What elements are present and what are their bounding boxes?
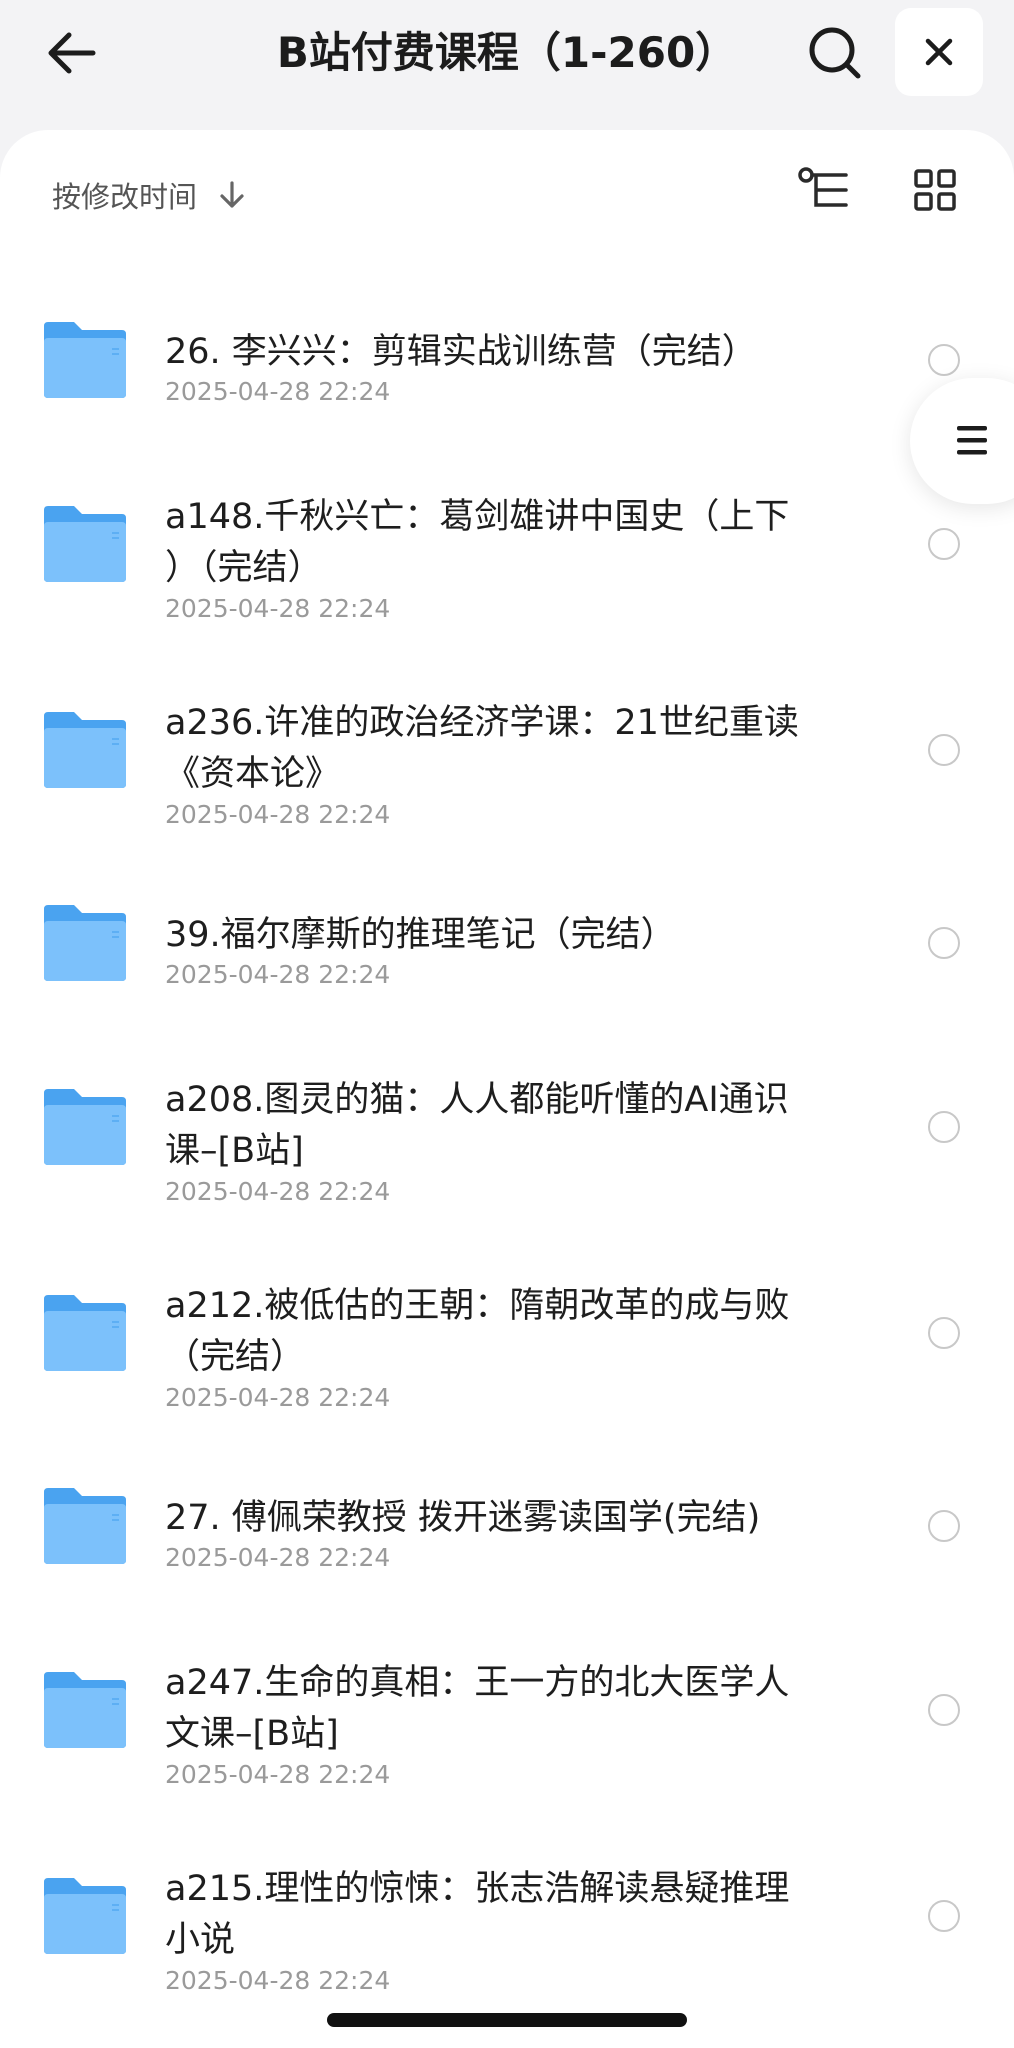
file-name: 27. 傅佩荣教授 拨开迷雾读国学(完结): [165, 1498, 761, 1538]
file-list-panel: 按修改时间 26. 李兴兴：剪辑实战训练营（完结） 2025-04-28 22:2…: [0, 130, 1014, 2048]
modified-time: 2025-04-28 22:24: [165, 960, 391, 989]
list-item[interactable]: a236.许准的政治经济学课：21世纪重读 《资本论》 2025-04-28 22:…: [0, 666, 1014, 846]
modified-time: 2025-04-28 22:24: [165, 1177, 391, 1206]
file-name-continued: 文课–[B站]: [165, 1714, 339, 1754]
close-icon: [925, 38, 953, 66]
modified-time: 2025-04-28 22:24: [165, 1383, 391, 1412]
modified-time: 2025-04-28 22:24: [165, 377, 391, 406]
folder-icon: [42, 1486, 128, 1566]
file-name-continued: 小说: [165, 1920, 236, 1960]
list-item[interactable]: 27. 傅佩荣教授 拨开迷雾读国学(完结) 2025-04-28 22:24: [0, 1461, 1014, 1611]
select-radio[interactable]: [928, 1900, 960, 1932]
list-item[interactable]: a148.千秋兴亡：葛剑雄讲中国史（上下 ）（完结） 2025-04-28 22:2…: [0, 460, 1014, 640]
folder-icon: [42, 1876, 128, 1956]
select-radio[interactable]: [928, 344, 960, 376]
folder-icon: [42, 504, 128, 584]
close-button[interactable]: [895, 8, 983, 96]
modified-time: 2025-04-28 22:24: [165, 1543, 391, 1572]
list-item[interactable]: a215.理性的惊悚：张志浩解读悬疑推理 小说 2025-04-28 22:24: [0, 1832, 1014, 2012]
file-name: a215.理性的惊悚：张志浩解读悬疑推理: [165, 1869, 790, 1909]
screen: B站付费课程（1-260） 按修改时间 26. 李兴兴：剪辑实战训练营（完结） …: [0, 0, 1014, 2048]
sort-button[interactable]: 按修改时间: [52, 170, 245, 220]
folder-icon: [42, 903, 128, 983]
folder-icon: [42, 320, 128, 400]
folder-icon: [42, 1670, 128, 1750]
modified-time: 2025-04-28 22:24: [165, 1760, 391, 1789]
search-icon: [809, 27, 861, 79]
menu-icon: [957, 426, 987, 455]
modified-time: 2025-04-28 22:24: [165, 800, 391, 829]
tree-view-icon: [798, 167, 848, 207]
grid-view-icon: [914, 169, 956, 211]
sort-label: 按修改时间: [52, 180, 198, 214]
file-name-continued: ）（完结）: [165, 548, 323, 588]
file-name: a236.许准的政治经济学课：21世纪重读: [165, 703, 799, 743]
file-name: a148.千秋兴亡：葛剑雄讲中国史（上下: [165, 497, 790, 537]
file-name: 26. 李兴兴：剪辑实战训练营（完结）: [165, 332, 757, 372]
file-name: a247.生命的真相：王一方的北大医学人: [165, 1663, 790, 1703]
select-radio[interactable]: [928, 734, 960, 766]
list-item[interactable]: 26. 李兴兴：剪辑实战训练营（完结） 2025-04-28 22:24: [0, 295, 1014, 445]
modified-time: 2025-04-28 22:24: [165, 594, 391, 623]
file-name: 39.福尔摩斯的推理笔记（完结）: [165, 915, 676, 955]
select-radio[interactable]: [928, 1317, 960, 1349]
file-name-continued: 《资本论》: [165, 754, 341, 794]
list-item[interactable]: a208.图灵的猫：人人都能听懂的AI通识 课–[B站] 2025-04-28 22…: [0, 1043, 1014, 1223]
select-radio[interactable]: [928, 927, 960, 959]
select-radio[interactable]: [928, 1694, 960, 1726]
modified-time: 2025-04-28 22:24: [165, 1966, 391, 1995]
home-indicator: [327, 2013, 687, 2027]
list-item[interactable]: 39.福尔摩斯的推理笔记（完结） 2025-04-28 22:24: [0, 878, 1014, 1028]
file-name: a212.被低估的王朝：隋朝改革的成与败: [165, 1286, 790, 1326]
select-radio[interactable]: [928, 1510, 960, 1542]
file-name-continued: 课–[B站]: [165, 1131, 304, 1171]
list-item[interactable]: a212.被低估的王朝：隋朝改革的成与败 （完结） 2025-04-28 22:24: [0, 1249, 1014, 1429]
list-item[interactable]: a247.生命的真相：王一方的北大医学人 文课–[B站] 2025-04-28 22…: [0, 1626, 1014, 1806]
folder-icon: [42, 1293, 128, 1373]
grid-view-button[interactable]: [905, 160, 965, 220]
file-name: a208.图灵的猫：人人都能听懂的AI通识: [165, 1080, 789, 1120]
select-radio[interactable]: [928, 1111, 960, 1143]
search-button[interactable]: [800, 22, 870, 84]
tree-view-button[interactable]: [795, 160, 855, 220]
folder-icon: [42, 1087, 128, 1167]
folder-icon: [42, 710, 128, 790]
arrow-down-icon: [219, 180, 245, 210]
file-name-continued: （完结）: [165, 1337, 306, 1377]
top-bar: B站付费课程（1-260）: [0, 0, 1014, 130]
select-radio[interactable]: [928, 528, 960, 560]
